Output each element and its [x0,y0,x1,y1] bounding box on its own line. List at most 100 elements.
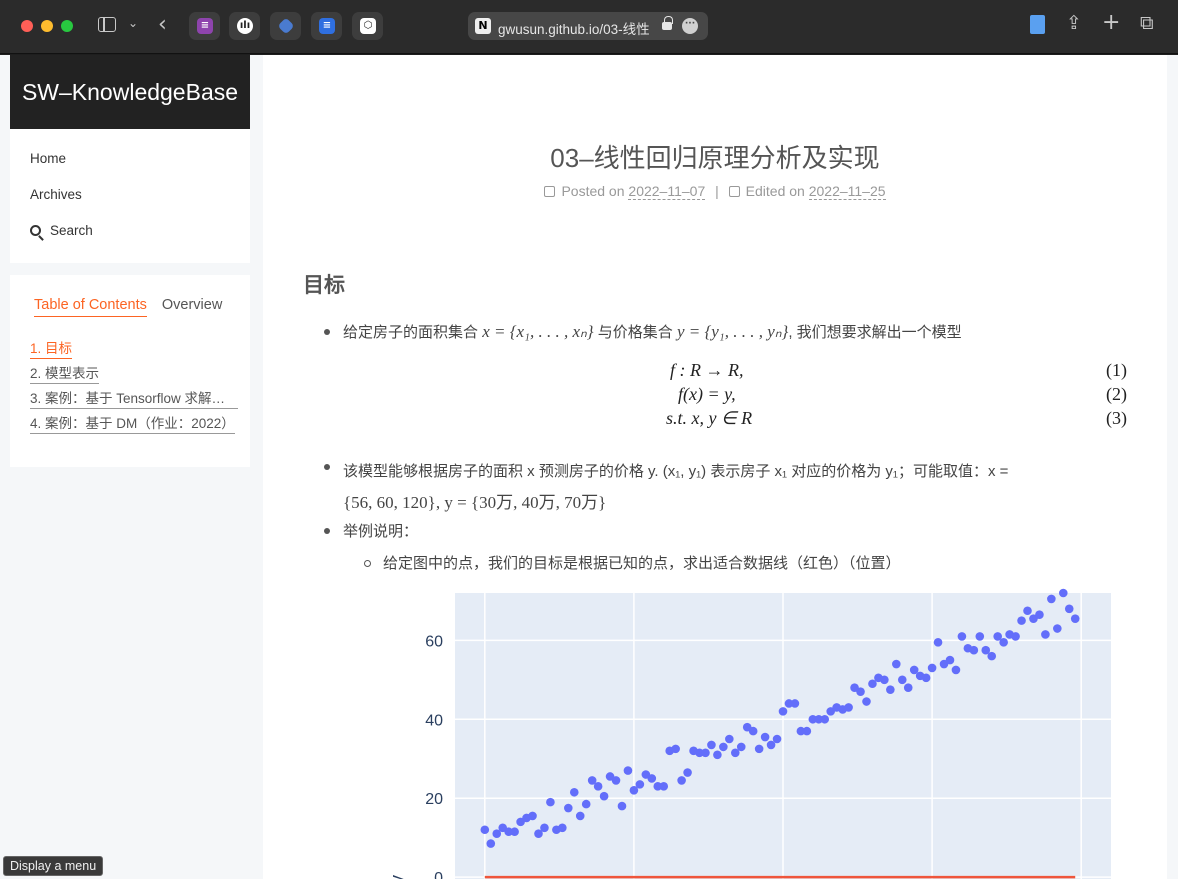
data-point [987,651,997,661]
sidebar-toggle-icon[interactable] [98,17,116,32]
sub-bullet-1: 给定图中的点，我们的目标是根据已知的点，求出适合数据线（红色）（位置） [364,552,901,573]
data-point [546,797,555,807]
data-point [617,801,627,811]
y-axis-label: y [387,875,407,879]
data-point [1017,616,1026,625]
pinned-tab-3[interactable] [270,12,301,40]
data-point [540,823,549,833]
bullet-1-math-x: x = {x₁, . . . , xₙ} [482,322,594,341]
data-point [999,638,1008,647]
chevron-down-icon[interactable]: ⌄ [128,17,138,29]
minimize-window-button[interactable] [41,20,53,32]
data-point [564,803,573,813]
web-page: SW–KnowledgeBase Home Archives Search Ta… [0,55,1178,879]
bullet-2: 该模型能够根据房子的面积 x 预测房子的价格 y. (x₁, y₁) 表示房子 … [324,456,1133,518]
data-point [581,799,591,809]
url-text[interactable]: gwusun.github.io/03-线性 [498,18,658,38]
data-point [880,675,889,685]
data-point [635,780,645,789]
bullet-1-math-y: y = {y₁, . . . , yₙ} [676,322,789,341]
equation-2: f(x) = y, [678,384,736,404]
data-point [748,726,758,736]
menu-home[interactable]: Home [10,141,250,177]
toc-item-1[interactable]: 1. 目标 [30,339,238,364]
data-point [760,732,770,742]
data-point [856,687,865,696]
diamond-app-icon [277,17,295,35]
data-point [862,697,871,706]
toc-item-3[interactable]: 3. 案例：基于 Tensorflow 求解线性回归 [30,389,238,414]
equation-1: f : R → R, [670,360,744,380]
back-arrow-icon[interactable]: ‹ [158,14,167,36]
pinned-tab-5[interactable]: ⬡ [352,12,383,40]
address-bar[interactable]: N gwusun.github.io/03-线性 ··· [468,12,708,40]
data-point [802,726,812,736]
data-point [659,782,669,791]
more-options-icon[interactable]: ··· [682,18,698,34]
toc-item-4[interactable]: 4. 案例：基于 DM（作业：2022） [30,414,238,439]
data-point [1011,632,1020,641]
data-point [933,638,943,647]
toc-item-2[interactable]: 2. 模型表示 [30,364,238,389]
edited-label: Edited on [745,183,805,199]
data-point [683,768,692,777]
data-point [671,744,680,754]
data-point [510,827,519,837]
new-tab-icon[interactable]: + [1102,12,1120,34]
data-point [713,750,722,760]
data-point [969,645,979,655]
y-tick-label: 40 [425,712,443,729]
browser-toolbar: ⌄ ‹ ≡ ılı ≡ ⬡ N gwusun.github.io/03-线性 ·… [0,0,1178,54]
section-heading: 目标 [303,274,345,297]
doc-app-icon: ≡ [319,18,335,34]
data-point [903,683,913,693]
data-point [820,714,830,724]
menu-search[interactable]: Search [10,213,250,249]
edited-date[interactable]: 2022–11–25 [808,183,886,200]
data-point [844,703,853,712]
tab-overview-icon[interactable]: ⧉ [1140,14,1154,33]
data-point [790,699,800,708]
data-point [1053,624,1062,633]
data-point [886,685,895,694]
post-content: 03–线性回归原理分析及实现 Posted on 2022–11–07 | Ed… [263,55,1167,879]
tab-overview[interactable]: Overview [162,297,222,317]
data-point [1041,630,1050,639]
close-window-button[interactable] [21,20,33,32]
share-icon[interactable]: ⇪ [1066,14,1082,33]
data-point [772,734,782,744]
y-tick-label: 0 [434,870,443,879]
bullet-1: 给定房子的面积集合 x = {x₁, . . . , xₙ} 与价格集合 y =… [324,321,962,342]
site-brand[interactable]: SW–KnowledgeBase [10,55,250,129]
data-point [707,740,716,750]
zoom-window-button[interactable] [61,20,73,32]
posted-label: Posted on [561,183,625,199]
menu-archives[interactable]: Archives [10,177,250,213]
bullet-3: 举例说明： [323,520,418,541]
toc-item-2-label: 2. 模型表示 [30,364,100,384]
data-point [1058,588,1068,598]
data-point [957,632,967,641]
data-point [558,823,567,833]
data-point [569,787,579,797]
bullet-1-text-c: , 我们想要求解出一个模型 [788,324,962,341]
pinned-tab-2[interactable]: ılı [229,12,260,40]
reader-doc-icon[interactable] [1030,15,1045,34]
data-point [611,776,621,785]
tab-table-of-contents[interactable]: Table of Contents [34,297,147,317]
data-point [701,748,710,758]
left-sidebar: SW–KnowledgeBase Home Archives Search Ta… [10,55,250,467]
data-point [719,742,728,752]
menu-search-label: Search [50,223,93,238]
lock-icon [662,16,673,31]
posted-date[interactable]: 2022–11–07 [628,183,706,200]
data-point [1023,606,1032,616]
data-point [647,774,657,783]
pinned-tab-1[interactable]: ≡ [189,12,220,40]
pinned-tab-4[interactable]: ≡ [311,12,342,40]
data-point [528,811,537,821]
chart-app-icon: ılı [237,18,253,34]
data-point [486,839,496,848]
status-tooltip: Display a menu [3,856,104,876]
data-point [897,675,907,685]
